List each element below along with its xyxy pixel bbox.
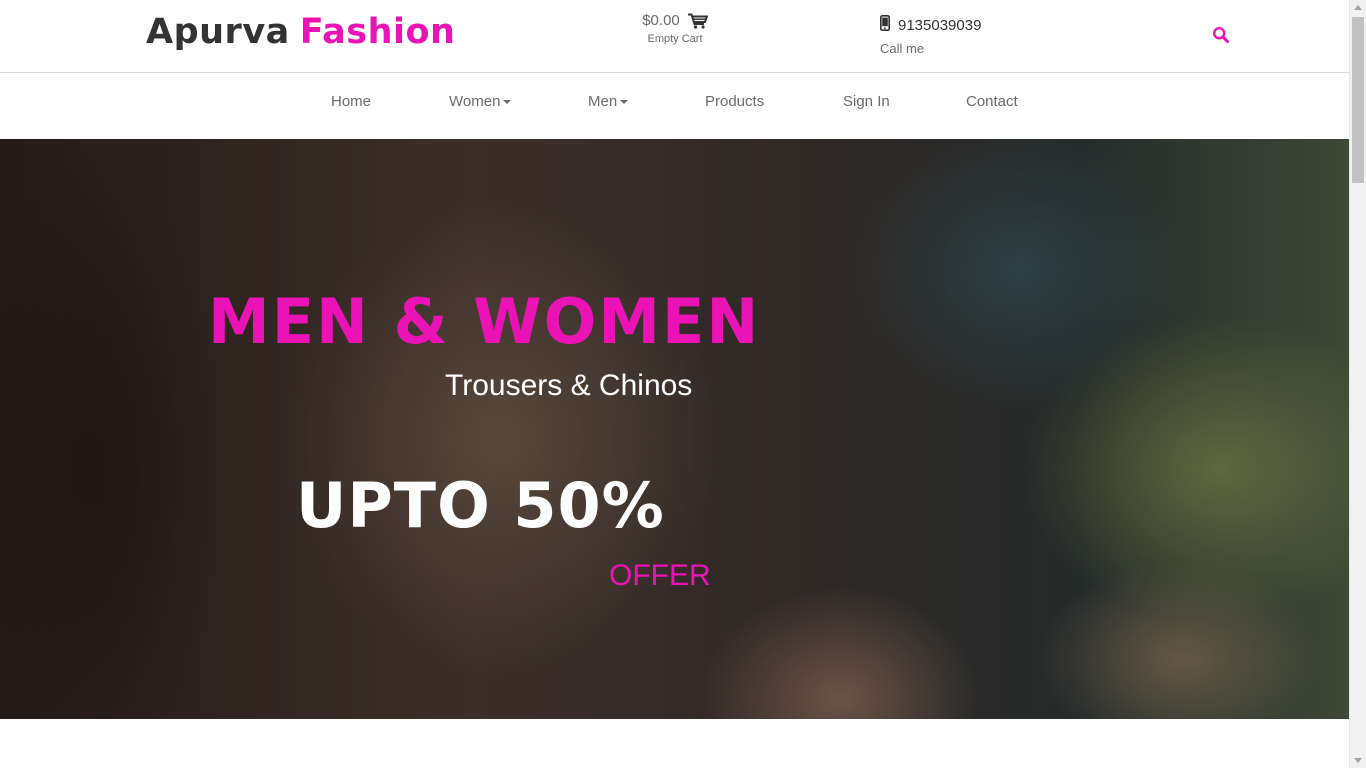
logo-text-accent: Fashion (299, 12, 456, 52)
hero-title: MEN & WOMEN (208, 285, 761, 358)
hero-discount: UPTO 50% (296, 469, 665, 542)
vertical-scrollbar[interactable] (1349, 0, 1366, 768)
hero-image-overlay (0, 139, 1349, 719)
nav-item-label: Men (588, 93, 618, 110)
nav-item-sign-in[interactable]: Sign In (843, 93, 890, 110)
cart-total: $0.00 (642, 12, 680, 29)
nav-item-label: Home (331, 93, 372, 110)
cart-summary[interactable]: $0.00 Empty Cart (628, 12, 722, 45)
scroll-up-arrow-icon[interactable] (1354, 5, 1362, 10)
nav-item-label: Sign In (843, 93, 890, 110)
hero-subtitle: Trousers & Chinos (445, 369, 693, 402)
search-button[interactable] (1212, 26, 1230, 44)
nav-item-products[interactable]: Products (705, 93, 764, 110)
nav-item-women[interactable]: Women (449, 93, 512, 110)
hero-banner[interactable]: MEN & WOMEN Trousers & Chinos UPTO 50% O… (0, 139, 1349, 719)
nav-item-home[interactable]: Home (331, 93, 371, 110)
contact-phone[interactable]: 9135039039 Call me (880, 15, 981, 56)
hero-offer: OFFER (609, 559, 711, 592)
scroll-down-arrow-icon[interactable] (1354, 758, 1362, 763)
site-logo[interactable]: Apurva Fashion (146, 12, 455, 52)
mobile-phone-icon (880, 15, 890, 36)
top-header: Apurva Fashion $0.00 Empty Cart 91350390… (0, 0, 1349, 73)
caret-down-icon (503, 99, 512, 104)
page: Apurva Fashion $0.00 Empty Cart 91350390… (0, 0, 1349, 768)
caret-down-icon (620, 99, 629, 104)
nav-item-label: Contact (966, 93, 1018, 110)
search-icon (1212, 26, 1230, 48)
cart-status: Empty Cart (647, 33, 703, 45)
main-nav: Home Women Men Products Sign In Contact (0, 73, 1349, 139)
nav-item-contact[interactable]: Contact (966, 93, 1018, 110)
cart-icon[interactable] (687, 13, 708, 29)
scrollbar-thumb[interactable] (1352, 17, 1364, 183)
phone-caption: Call me (880, 41, 925, 56)
logo-text-primary: Apurva (146, 12, 290, 52)
nav-item-label: Women (449, 93, 501, 110)
nav-item-men[interactable]: Men (588, 93, 629, 110)
nav-item-label: Products (705, 93, 765, 110)
phone-number: 9135039039 (898, 17, 982, 34)
